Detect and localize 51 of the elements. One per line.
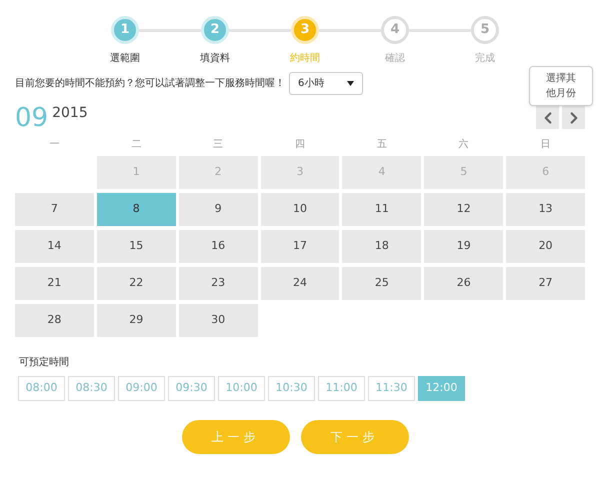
day-cell[interactable]: 13: [506, 193, 585, 226]
day-cell: 4: [342, 156, 422, 189]
day-cell[interactable]: 9: [178, 193, 258, 226]
tooltip: 選擇其他月份: [529, 66, 593, 106]
weekday-label: 六: [458, 138, 470, 152]
year-text: 2015: [52, 104, 88, 123]
day-cell[interactable]: 15: [96, 230, 176, 263]
weekday-label: 日: [540, 138, 552, 152]
day-cell[interactable]: 26: [424, 267, 504, 300]
weekday-label: 五: [376, 138, 388, 152]
day-cell[interactable]: 30: [178, 304, 258, 337]
month-number: 09: [15, 103, 48, 133]
step-label: 填資料: [200, 52, 230, 66]
dropdown-caret-icon: [347, 81, 354, 86]
time-section-title: 可預定時間: [19, 356, 69, 370]
weekday-label: 一: [48, 138, 60, 152]
day-cell[interactable]: 16: [178, 230, 258, 263]
day-cell[interactable]: 18: [342, 230, 422, 263]
day-cell[interactable]: 19: [424, 230, 504, 263]
day-cell: 6: [506, 156, 585, 189]
day-cell[interactable]: 22: [96, 267, 176, 300]
previous-month-button[interactable]: [536, 106, 559, 129]
day-cell[interactable]: 7: [15, 193, 94, 226]
next-month-button[interactable]: [562, 106, 585, 129]
day-cell: 2: [178, 156, 258, 189]
day-cell[interactable]: 27: [506, 267, 585, 300]
day-cell[interactable]: 23: [178, 267, 258, 300]
step-label: 確認: [385, 52, 405, 66]
day-cell: 3: [260, 156, 340, 189]
day-cell[interactable]: 11: [342, 193, 422, 226]
day-cell[interactable]: 20: [506, 230, 585, 263]
weekday-label: 四: [294, 138, 306, 152]
day-cell[interactable]: 10: [260, 193, 340, 226]
day-cell[interactable]: 14: [15, 230, 94, 263]
day-cell[interactable]: 24: [260, 267, 340, 300]
step-label: 約時間: [290, 52, 320, 66]
day-cell: 1: [96, 156, 176, 189]
day-cell[interactable]: 12: [424, 193, 504, 226]
step-label: 選範圍: [110, 52, 140, 66]
day-cell[interactable]: 21: [15, 267, 94, 300]
weekday-label: 三: [212, 138, 224, 152]
notice-text: 目前您要的時間不能預約？您可以試著調整一下服務時間喔！: [15, 76, 285, 91]
step-label: 完成: [475, 52, 495, 66]
day-cell[interactable]: 17: [260, 230, 340, 263]
day-cell: 5: [424, 156, 504, 189]
day-cell[interactable]: 28: [15, 304, 94, 337]
weekday-label: 二: [130, 138, 142, 152]
day-cell[interactable]: 25: [342, 267, 422, 300]
duration-select[interactable]: 6小時: [289, 72, 363, 95]
day-cell[interactable]: 8: [96, 193, 176, 226]
day-cell[interactable]: 29: [96, 304, 176, 337]
